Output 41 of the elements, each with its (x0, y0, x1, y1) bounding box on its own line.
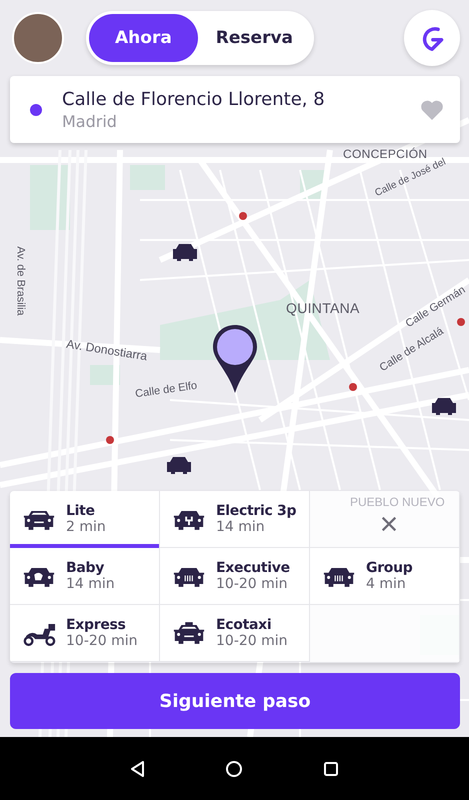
map-label: Calle de Elfo (134, 380, 198, 400)
vehicle-eta: 10-20 min (216, 633, 288, 649)
vehicle-name: Baby (66, 560, 106, 576)
vehicle-name: Ecotaxi (216, 617, 272, 633)
mode-tab[interactable]: Reserva (198, 14, 312, 62)
map-label: QUINTANA (286, 300, 360, 316)
mode-tab[interactable]: Ahora (89, 14, 198, 62)
vehicle-option[interactable]: Lite 2 min (10, 491, 160, 548)
recent-apps-icon[interactable] (322, 760, 340, 778)
vehicle-eta: 4 min (366, 576, 407, 592)
vehicle-option[interactable]: Group 4 min (310, 548, 460, 605)
address-card[interactable]: Calle de Florencio Llorente, 8 Madrid (10, 76, 460, 143)
vehicle-option[interactable]: Express 10-20 min (10, 605, 160, 662)
car-icon (171, 242, 199, 262)
map-label: PUEBLO NUEVO (350, 495, 445, 509)
vehicle-option[interactable]: Executive 10-20 min (160, 548, 310, 605)
vehicle-name: Express (66, 617, 127, 633)
next-step-button[interactable]: Siguiente paso (10, 673, 460, 729)
car-icon (172, 620, 206, 646)
vehicle-eta: 14 min (216, 519, 266, 535)
address-street: Calle de Florencio Llorente, 8 (62, 88, 326, 110)
vehicle-eta: 14 min (66, 576, 115, 592)
vehicle-option[interactable]: Ecotaxi 10-20 min (160, 605, 310, 662)
vehicle-name: Electric 3p (216, 503, 296, 519)
home-icon[interactable] (225, 760, 244, 778)
address-city: Madrid (62, 112, 118, 130)
vehicle-option[interactable]: Baby 14 min (10, 548, 160, 605)
car-icon (430, 396, 458, 416)
car-icon (165, 455, 193, 475)
vehicle-option[interactable]: Electric 3p 14 min (160, 491, 310, 548)
map-label: Av. de Brasilia (14, 246, 27, 316)
origin-dot-icon (30, 104, 42, 116)
vehicle-name: Group (366, 560, 413, 576)
location-pin-icon (212, 324, 258, 394)
vehicle-eta: 10-20 min (216, 576, 289, 592)
vehicle-eta: 10-20 min (66, 633, 138, 649)
vehicle-name: Executive (216, 560, 290, 576)
close-icon (380, 515, 398, 533)
vehicle-eta: 2 min (66, 519, 106, 535)
map-label: Av. Donostiarra (65, 336, 148, 364)
vehicle-name: Lite (66, 503, 96, 519)
